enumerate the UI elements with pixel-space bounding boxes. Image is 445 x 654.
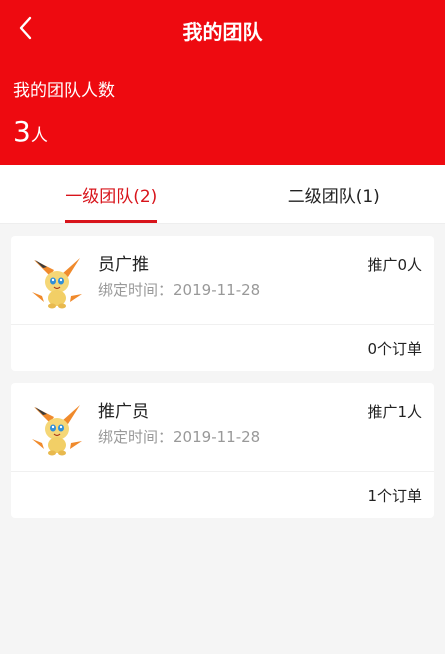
team-header: 我的团队 我的团队人数 3人	[0, 0, 445, 165]
team-count-label: 我的团队人数	[13, 81, 115, 101]
bind-time-value: 2019-11-28	[173, 281, 261, 299]
page-title: 我的团队	[182, 20, 263, 44]
member-name: 员广推	[98, 255, 149, 275]
tab-first-level[interactable]: 一级团队(2)	[0, 165, 223, 223]
team-count-unit: 人	[30, 126, 48, 146]
team-count-number: 3	[13, 115, 31, 148]
team-page: 我的团队 我的团队人数 3人 一级团队(2) 二级团队(1) 员广推 绑定时间：…	[0, 0, 445, 654]
tab-label: 一级团队(2)	[65, 187, 158, 207]
member-orders-row: 0个订单	[11, 325, 434, 371]
bind-time: 绑定时间：2019-11-28	[98, 279, 260, 300]
member-name: 推广员	[98, 402, 149, 422]
member-orders-row: 1个订单	[11, 472, 434, 518]
promotion-count: 推广0人	[367, 256, 422, 274]
order-count: 1个订单	[367, 487, 422, 505]
promotion-count: 推广1人	[367, 403, 422, 421]
order-count: 0个订单	[367, 340, 422, 358]
member-card[interactable]: 员广推 绑定时间：2019-11-28 推广0人 0个订单	[11, 236, 434, 371]
member-info: 推广员 绑定时间：2019-11-28 推广1人	[11, 383, 434, 472]
tab-label: 二级团队(1)	[287, 187, 380, 207]
bind-time-label: 绑定时间：	[98, 428, 174, 446]
active-tab-indicator	[65, 220, 158, 223]
top-bar: 我的团队	[0, 0, 445, 58]
tab-second-level[interactable]: 二级团队(1)	[223, 165, 445, 223]
member-info: 员广推 绑定时间：2019-11-28 推广0人	[11, 236, 434, 325]
avatar	[32, 258, 82, 309]
bind-time: 绑定时间：2019-11-28	[98, 426, 260, 447]
bind-time-label: 绑定时间：	[98, 281, 174, 299]
team-count-value: 3人	[13, 115, 48, 148]
member-list: 员广推 绑定时间：2019-11-28 推广0人 0个订单 推广员 绑定时间：2…	[0, 224, 445, 518]
member-card[interactable]: 推广员 绑定时间：2019-11-28 推广1人 1个订单	[11, 383, 434, 518]
avatar	[32, 405, 82, 456]
bind-time-value: 2019-11-28	[173, 428, 261, 446]
team-level-tabs: 一级团队(2) 二级团队(1)	[0, 165, 445, 224]
